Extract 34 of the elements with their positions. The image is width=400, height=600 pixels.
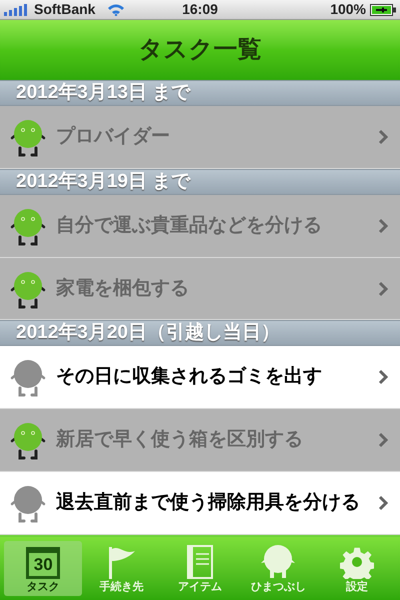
task-row[interactable]: 自分で運ぶ貴重品などを分ける — [0, 194, 400, 258]
calendar-icon: 30 — [26, 547, 60, 579]
chevron-icon — [378, 218, 388, 234]
tab-button[interactable]: 手続き先 — [82, 541, 161, 596]
chevron-icon — [378, 369, 388, 386]
tab-button[interactable]: 設定 — [318, 541, 396, 596]
task-title: プロバイダー — [56, 124, 171, 149]
notebook-icon — [187, 545, 214, 579]
task-title: 家電を梱包する — [56, 276, 190, 301]
wifi-icon — [107, 3, 126, 16]
section-header-text: 2012年3月19日 まで — [16, 170, 190, 194]
chevron-icon — [378, 495, 388, 512]
battery-percent: 100% — [330, 0, 366, 19]
section-header-text: 2012年3月13日 まで — [16, 80, 190, 105]
task-title: 退去直前まで使う掃除用具を分ける — [56, 490, 361, 516]
settings-icon — [340, 545, 374, 579]
task-row[interactable]: 家電を梱包する — [0, 258, 400, 320]
carrier-name: SoftBank — [34, 0, 96, 19]
signal-icon — [4, 4, 30, 16]
task-row[interactable]: プロバイダー — [0, 106, 400, 169]
chevron-icon — [378, 128, 388, 145]
clock-time: 16:09 — [181, 0, 219, 19]
chevron-icon — [378, 280, 388, 297]
tab-button[interactable]: 30 タスク — [4, 541, 82, 596]
chevron-icon — [378, 432, 388, 448]
task-title: 新居で早く使う箱を区別する — [56, 428, 304, 452]
section-header-text: 2012年3月20日（引越し当日） — [16, 321, 280, 346]
screen-title: タスク一覧 — [138, 35, 262, 65]
task-row[interactable]: 新居で早く使う箱を区別する — [0, 409, 400, 472]
task-title: その日に収集されるゴミを出す — [56, 365, 323, 390]
tab-button[interactable]: アイテム — [160, 541, 240, 596]
battery-icon — [370, 4, 396, 16]
task-title: 自分で運ぶ貴重品などを分ける — [56, 214, 323, 238]
tab-button[interactable]: ひまつぶし — [239, 541, 318, 596]
